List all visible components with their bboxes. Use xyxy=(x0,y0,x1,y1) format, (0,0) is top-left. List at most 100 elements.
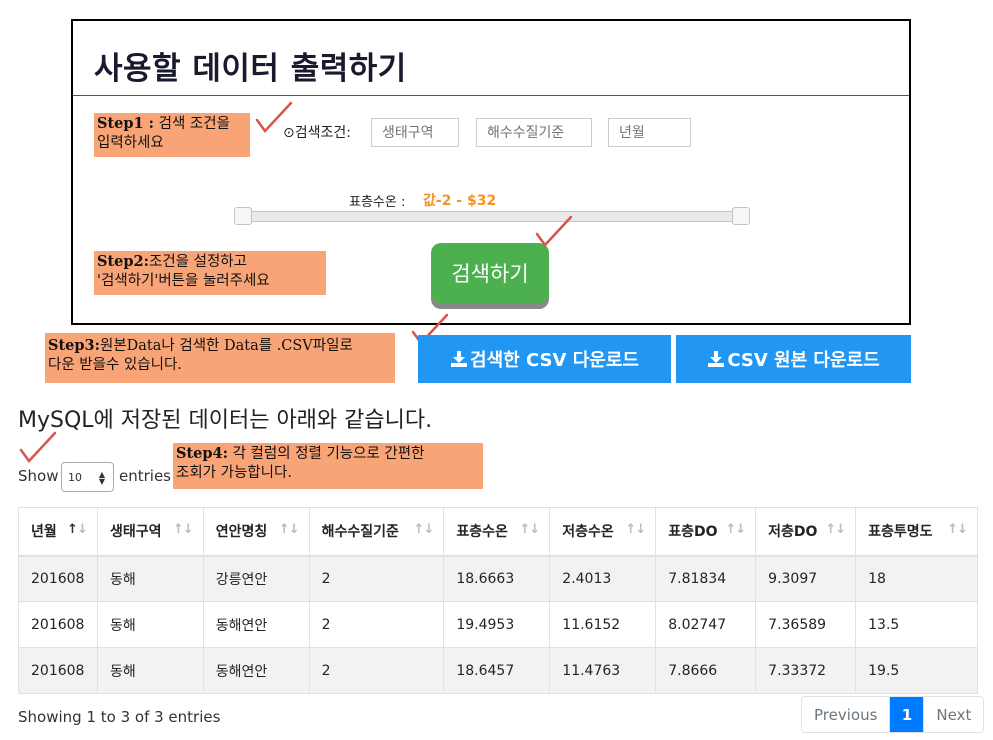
search-button[interactable]: 검색하기 xyxy=(431,243,549,303)
step2-note: Step2:조건을 설정하고 '검색하기'버튼을 눌러주세요 xyxy=(94,251,326,295)
step1-text: 검색 조건을 xyxy=(154,116,230,132)
download-original-csv-button[interactable]: CSV 원본 다운로드 xyxy=(676,335,911,383)
table-cell: 201608 xyxy=(18,647,98,694)
step2-text: 조건을 설정하고 xyxy=(148,254,247,270)
table-cell: 7.8666 xyxy=(655,647,757,694)
sort-icon: ↑↓ xyxy=(519,522,540,537)
water-quality-input[interactable] xyxy=(476,118,592,147)
table-cell: 7.81834 xyxy=(655,555,757,602)
step4-line2: 조회가 가능합니다. xyxy=(176,465,292,481)
table-cell: 강릉연안 xyxy=(202,555,310,602)
surface-temp-value: 값-2 - $32 xyxy=(423,193,497,209)
table-info: Showing 1 to 3 of 3 entries xyxy=(18,708,221,726)
table-cell: 8.02747 xyxy=(655,601,757,648)
column-header-label: 해수수질기준 xyxy=(321,524,399,541)
column-header[interactable]: 해수수질기준 ↑↓ xyxy=(308,507,445,557)
sort-asc-icon: ↑↓ xyxy=(67,522,88,537)
column-header-label: 표층수온 xyxy=(456,524,508,541)
table-cell: 동해연안 xyxy=(202,601,310,648)
previous-page-button[interactable]: Previous xyxy=(802,697,890,732)
table-cell: 18 xyxy=(855,555,978,602)
checkmark-icon xyxy=(19,431,57,463)
step3-note: Step3:원본Data나 검색한 Data를 .CSV파일로 다운 받을수 있… xyxy=(45,333,395,383)
checkmark-icon xyxy=(255,101,293,133)
slider-max-handle[interactable] xyxy=(732,207,750,225)
step4-bold: Step4: xyxy=(176,445,228,462)
table-cell: 동해 xyxy=(96,601,204,648)
column-header-label: 저층수온 xyxy=(562,524,614,541)
entries-select[interactable]: 10 ▲ ▼ xyxy=(61,462,114,492)
column-header[interactable]: 표층투명도 ↑↓ xyxy=(855,507,978,557)
temp-range-slider[interactable] xyxy=(243,211,749,222)
select-arrows-icon: ▲ ▼ xyxy=(98,470,105,486)
entries-select-value: 10 xyxy=(68,471,82,484)
download-icon xyxy=(708,351,725,367)
sort-icon: ↑↓ xyxy=(625,522,646,537)
step2-bold: Step2: xyxy=(97,253,149,270)
table-cell: 11.4763 xyxy=(549,647,657,694)
table-row: 201608 동해 동해연안 2 18.6457 11.4763 7.8666 … xyxy=(18,647,978,694)
column-header[interactable]: 연안명칭 ↑↓ xyxy=(202,507,310,557)
step3-text: 원본Data나 검색한 Data를 .CSV파일로 xyxy=(99,338,353,354)
table-cell: 9.3097 xyxy=(755,555,857,602)
download-original-label: CSV 원본 다운로드 xyxy=(727,350,880,371)
step4-note: Step4: 각 컬럼의 정렬 기능으로 간편한 조회가 가능합니다. xyxy=(173,443,483,489)
entries-label: entries xyxy=(119,467,171,485)
step1-bold: Step1 : xyxy=(97,115,155,132)
table-cell: 201608 xyxy=(18,601,98,648)
ecozone-input[interactable] xyxy=(371,118,459,147)
step4-text: 각 컬럼의 정렬 기능으로 간편한 xyxy=(227,446,425,462)
table-cell: 13.5 xyxy=(855,601,978,648)
sort-icon: ↑↓ xyxy=(725,522,746,537)
show-label: Show xyxy=(18,467,59,485)
year-month-input[interactable] xyxy=(608,118,691,147)
divider xyxy=(73,95,909,96)
page-1-button[interactable]: 1 xyxy=(889,697,924,732)
slider-min-handle[interactable] xyxy=(234,207,252,225)
table-cell: 동해연안 xyxy=(202,647,310,694)
table-cell: 18.6457 xyxy=(443,647,551,694)
table-cell: 18.6663 xyxy=(443,555,551,602)
download-filtered-csv-button[interactable]: 검색한 CSV 다운로드 xyxy=(418,335,671,383)
column-header[interactable]: 표층DO ↑↓ xyxy=(655,507,757,557)
download-filtered-label: 검색한 CSV 다운로드 xyxy=(470,350,639,371)
table-header-row: 년월 ↑↓ 생태구역 ↑↓ 연안명칭 ↑↓ 해수수질기준 ↑↓ 표층수온 ↑↓ 저층수온 ↑… xyxy=(18,507,978,557)
column-header[interactable]: 저층수온 ↑↓ xyxy=(549,507,657,557)
table-row: 201608 동해 강릉연안 2 18.6663 2.4013 7.81834 … xyxy=(18,555,978,602)
column-header-label: 표층투명도 xyxy=(868,524,933,541)
column-header[interactable]: 년월 ↑↓ xyxy=(18,507,98,557)
table-cell: 2 xyxy=(308,555,445,602)
sort-icon: ↑↓ xyxy=(825,522,846,537)
sort-icon: ↑↓ xyxy=(947,522,968,537)
next-page-button[interactable]: Next xyxy=(923,697,984,732)
table-cell: 동해 xyxy=(96,647,204,694)
table-cell: 2.4013 xyxy=(549,555,657,602)
table-cell: 2 xyxy=(308,601,445,648)
data-table: 년월 ↑↓ 생태구역 ↑↓ 연안명칭 ↑↓ 해수수질기준 ↑↓ 표층수온 ↑↓ 저층수온 ↑… xyxy=(18,507,978,694)
step2-line2: '검색하기'버튼을 눌러주세요 xyxy=(97,273,270,289)
column-header-label: 생태구역 xyxy=(109,524,162,541)
table-cell: 2 xyxy=(308,647,445,694)
column-header[interactable]: 생태구역 ↑↓ xyxy=(96,507,204,557)
download-icon xyxy=(451,351,468,367)
table-cell: 동해 xyxy=(96,555,204,602)
column-header[interactable]: 저층DO ↑↓ xyxy=(755,507,857,557)
table-cell: 11.6152 xyxy=(549,601,657,648)
sort-icon: ↑↓ xyxy=(413,522,435,537)
column-header[interactable]: 표층수온 ↑↓ xyxy=(443,507,551,557)
table-cell: 201608 xyxy=(18,555,98,602)
table-cell: 7.33372 xyxy=(755,647,857,694)
table-cell: 7.36589 xyxy=(755,601,857,648)
step1-line2: 입력하세요 xyxy=(97,135,164,151)
checkmark-icon xyxy=(535,215,573,247)
column-header-label: 년월 xyxy=(31,524,57,541)
surface-temp-label: 표층수온 : xyxy=(349,195,406,210)
column-header-label: 저층DO xyxy=(768,524,818,541)
panel-title: 사용할 데이터 출력하기 xyxy=(94,51,407,87)
step1-note: Step1 : 검색 조건을 입력하세요 xyxy=(94,113,250,157)
pagination: Previous 1 Next xyxy=(801,696,985,733)
step3-bold: Step3: xyxy=(48,337,100,354)
column-header-label: 표층DO xyxy=(668,524,718,541)
section-title: MySQL에 저장된 데이터는 아래와 같습니다. xyxy=(18,408,433,433)
table-row: 201608 동해 동해연안 2 19.4953 11.6152 8.02747… xyxy=(18,601,978,648)
